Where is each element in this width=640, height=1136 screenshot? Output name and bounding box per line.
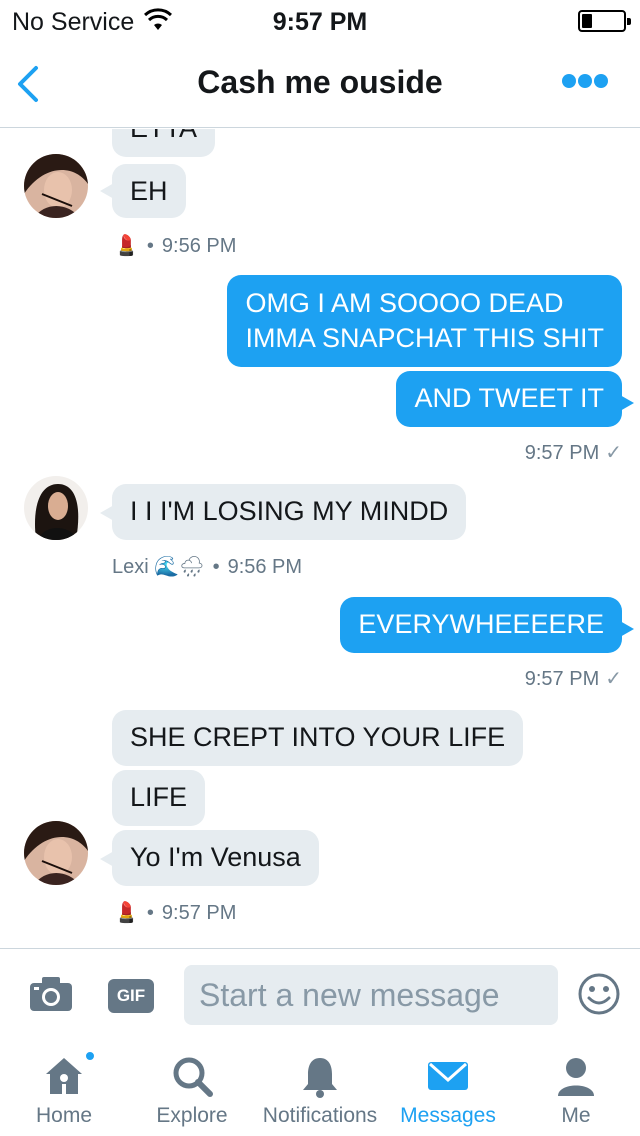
message-bubble-incoming[interactable]: I I I'M LOSING MY MINDD [112,484,467,540]
more-dots-icon[interactable] [562,74,608,88]
status-time: 9:57 PM [272,8,368,36]
message-input[interactable] [184,965,558,1025]
message-meta: 💄 • 9:57 PM [114,902,237,924]
notification-dot [84,1050,96,1062]
tab-label: Notifications [262,1104,378,1127]
bubble-tail [620,621,634,637]
message-text-line: OMG I AM SOOOO DEAD [245,288,564,318]
avatar[interactable] [24,154,88,218]
message-text: LIFE [130,782,188,812]
read-check-icon: ✓ [605,442,622,464]
message-time: 9:56 PM [227,556,303,578]
envelope-icon [428,1062,468,1090]
tab-explore[interactable]: Explore [128,1038,256,1136]
conversation-header: Cash me ouside [0,40,640,128]
message-time: 9:57 PM [161,902,237,924]
tab-home[interactable]: Home [0,1038,128,1136]
message-meta: Lexi 🌊🌧 • 9:56 PM [112,556,303,578]
home-icon [46,1058,82,1094]
message-bubble-outgoing[interactable]: OMG I AM SOOOO DEAD IMMA SNAPCHAT THIS S… [227,275,622,367]
message-bubble-incoming[interactable]: EH [112,164,186,218]
read-check-icon: ✓ [605,668,622,690]
message-text: I I I'M LOSING MY MINDD [130,496,449,526]
conversation-title: Cash me ouside [197,64,443,100]
status-bar: No Service 9:57 PM [0,0,640,40]
bell-icon [303,1058,337,1098]
message-text: SHE CREPT INTO YOUR LIFE [130,722,506,752]
camera-icon[interactable] [28,975,74,1013]
sender-name: Lexi [112,556,149,578]
message-bubble-outgoing[interactable]: AND TWEET IT [396,371,622,427]
message-bubble-incoming[interactable]: SHE CREPT INTO YOUR LIFE [112,710,524,766]
tab-bar: Home Explore Notifications Messages Me [0,1038,640,1136]
avatar[interactable] [24,821,88,885]
gif-button[interactable]: GIF [108,979,154,1013]
message-text: ETTA [130,129,197,143]
message-text: Yo I'm Venusa [130,842,301,872]
search-icon [173,1057,213,1097]
tab-label: Explore [156,1104,228,1127]
message-meta: 9:57 PM ✓ [525,666,622,691]
tab-label: Home [35,1104,93,1127]
message-time: 9:57 PM [524,442,600,464]
tab-label: Me [561,1104,591,1127]
lipstick-emoji: 💄 [114,235,139,257]
lipstick-emoji: 💄 [114,902,139,924]
message-text: EVERYWHEEEERE [358,609,604,639]
tab-label: Messages [400,1104,496,1127]
smiley-icon[interactable] [578,973,620,1015]
person-icon [558,1058,594,1096]
message-bubble-incoming[interactable]: ETTA [112,129,215,157]
tab-messages[interactable]: Messages [384,1038,512,1136]
message-time: 9:57 PM [524,668,600,690]
avatar[interactable] [24,476,88,540]
message-text-line: IMMA SNAPCHAT THIS SHIT [245,323,604,353]
message-bubble-incoming[interactable]: LIFE [112,770,206,826]
message-meta: 💄 • 9:56 PM [114,235,237,257]
tab-notifications[interactable]: Notifications [256,1038,384,1136]
message-bubble-outgoing[interactable]: EVERYWHEEEERE [340,597,622,653]
tab-me[interactable]: Me [512,1038,640,1136]
message-bubble-incoming[interactable]: Yo I'm Venusa [112,830,319,886]
message-composer: GIF [0,948,640,1038]
battery-icon [578,10,631,32]
sender-emoji: 🌊🌧 [154,556,205,578]
bubble-tail [620,395,634,411]
message-meta: 9:57 PM ✓ [525,440,622,465]
message-text: EH [130,176,168,206]
message-text: AND TWEET IT [414,383,604,413]
message-time: 9:56 PM [161,235,237,257]
message-list[interactable]: ETTA EH 💄•9:56 PM OMG I AM SOOOO DEAD IM… [0,129,640,947]
